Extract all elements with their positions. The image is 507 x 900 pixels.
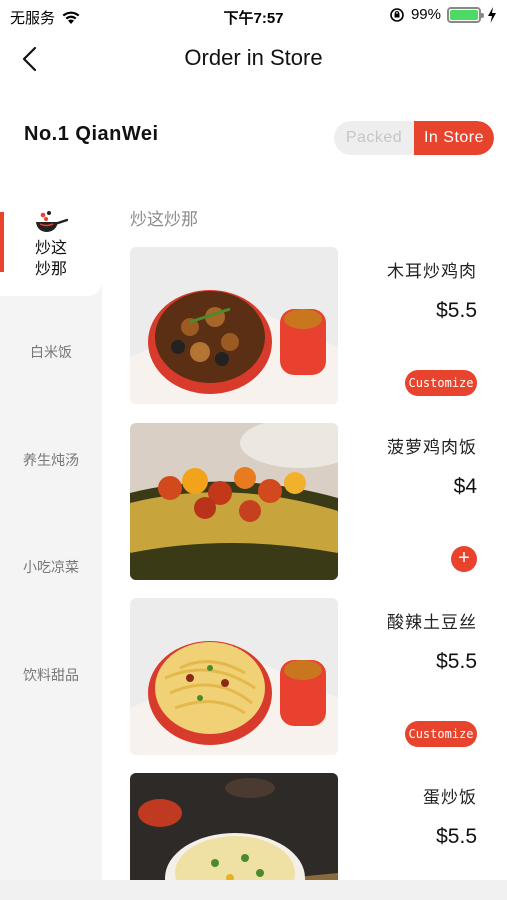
dish-image [130, 773, 338, 880]
dish-price: $5.5 [436, 299, 477, 322]
dish-image [130, 598, 338, 755]
nav-bar: Order in Store [0, 32, 507, 90]
charging-bolt-icon [488, 6, 496, 23]
category-label-active-line2: 炒那 [34, 261, 67, 278]
menu-item[interactable]: 蛋炒饭 $5.5 [102, 773, 507, 880]
dish-image [130, 247, 338, 404]
menu-item[interactable]: 木耳炒鸡肉 $5.5 Customize [102, 247, 507, 407]
store-name: No.1 QianWei [24, 123, 159, 145]
menu-item[interactable]: 酸辣土豆丝 $5.5 Customize [102, 598, 507, 758]
category-active[interactable]: 炒这 炒那 [0, 190, 102, 296]
orientation-lock-icon [390, 7, 404, 22]
category-soup[interactable]: 养生炖汤 [0, 450, 102, 470]
customize-button[interactable]: Customize [405, 370, 477, 396]
dish-price: $5.5 [436, 650, 477, 673]
battery-icon [447, 6, 484, 23]
menu-list: 炒这炒那 木耳炒鸡肉 $5.5 Customize 菠萝鸡肉饭 $4 + 酸辣土… [102, 190, 507, 880]
packed-option[interactable]: Packed [334, 121, 414, 155]
category-rice[interactable]: 白米饭 [0, 342, 102, 362]
category-label-active: 炒这 炒那 [0, 238, 102, 280]
store-header: No.1 QianWei Packed In Store [0, 90, 507, 190]
dish-name: 酸辣土豆丝 [387, 613, 477, 632]
in-store-option[interactable]: In Store [414, 121, 494, 155]
battery-percent: 99% [410, 6, 441, 23]
dish-price: $4 [453, 475, 477, 498]
customize-button[interactable]: Customize [405, 721, 477, 747]
add-to-cart-button[interactable]: + [451, 546, 477, 572]
dish-image [130, 423, 338, 580]
battery-fill [450, 9, 478, 20]
order-type-toggle: Packed In Store [334, 121, 494, 155]
category-drinks[interactable]: 饮料甜品 [0, 665, 102, 685]
dish-name: 木耳炒鸡肉 [387, 262, 477, 281]
wok-icon [36, 211, 68, 232]
dish-name: 菠萝鸡肉饭 [387, 438, 477, 457]
page-title: Order in Store [184, 45, 323, 70]
category-snacks[interactable]: 小吃凉菜 [0, 557, 102, 577]
dish-name: 蛋炒饭 [423, 788, 477, 807]
status-bar: 无服务 下午7:57 99% [0, 0, 507, 32]
category-sidebar: 炒这 炒那 白米饭 养生炖汤 小吃凉菜 饮料甜品 [0, 190, 102, 880]
bottom-strip [0, 880, 507, 900]
menu-item[interactable]: 菠萝鸡肉饭 $4 + [102, 423, 507, 583]
category-label-active-line1: 炒这 [34, 240, 67, 257]
section-title: 炒这炒那 [130, 210, 198, 229]
dish-price: $5.5 [436, 825, 477, 848]
